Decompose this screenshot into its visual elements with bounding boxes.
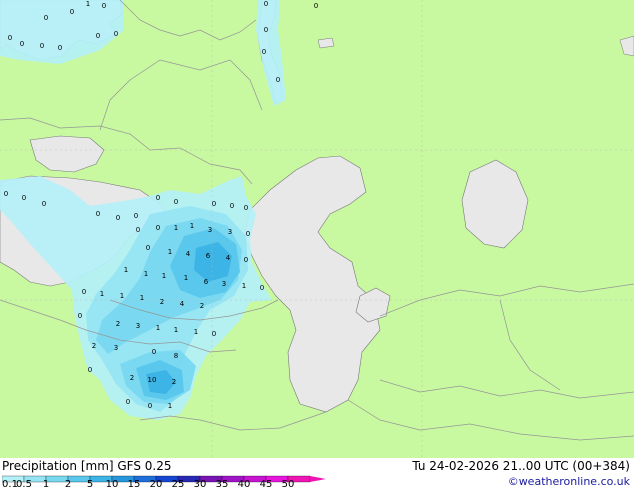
precip-value-label: 0	[44, 14, 48, 22]
credit-link[interactable]: ©weatheronline.co.uk	[508, 476, 630, 488]
scale-tick-label: 25	[171, 479, 185, 490]
precip-value-label: 2	[92, 342, 96, 350]
precip-value-label: 1	[156, 324, 160, 332]
precip-value-label: 0	[260, 284, 264, 292]
precip-value-label: 1	[120, 292, 124, 300]
precip-value-label: 2	[200, 302, 204, 310]
precip-value-label: 3	[114, 344, 118, 352]
precip-value-label: 8	[174, 352, 178, 360]
precipitation-map: 001 000 0 00 0000000 000 0 00 0 0 0 00 0 1 1 3 3 00 1 4 6 4 01…	[0, 0, 634, 458]
precip-value-label: 0	[42, 200, 46, 208]
precip-value-label: 0	[152, 348, 156, 356]
precip-value-label: 0	[114, 30, 118, 38]
scale-tick-label: 10	[105, 479, 119, 490]
scale-tick-label: 30	[193, 479, 207, 490]
precip-value-label: 1	[100, 290, 104, 298]
scale-tick-label: 2	[64, 479, 72, 490]
precip-value-label: 0	[8, 34, 12, 42]
forecast-datetime: Tu 24-02-2026 21..00 UTC (00+384)	[412, 459, 630, 473]
precip-value-label: 1	[168, 248, 172, 256]
precip-value-label: 6	[206, 252, 211, 260]
precip-value-label: 0	[212, 200, 216, 208]
precip-value-label: 10	[148, 376, 157, 384]
scale-tick-label: 1	[42, 479, 50, 490]
precip-value-label: 2	[130, 374, 134, 382]
scale-tick-label: 50	[281, 479, 295, 490]
precip-value-label: 4	[226, 254, 231, 262]
precip-value-label: 0	[78, 312, 82, 320]
precip-value-label: 0	[22, 194, 26, 202]
precip-value-label: 4	[180, 300, 185, 308]
precip-value-label: 3	[136, 322, 140, 330]
precip-value-label: 1	[194, 328, 198, 336]
precip-value-label: 0	[262, 48, 266, 56]
precip-value-label: 2	[160, 298, 164, 306]
precip-value-label: 1	[190, 222, 194, 230]
precip-value-label: 1	[184, 274, 188, 282]
precip-value-label: 1	[144, 270, 148, 278]
lake	[317, 37, 335, 49]
precip-value-label: 6	[204, 278, 209, 286]
precip-value-label: 1	[174, 224, 178, 232]
precip-value-label: 0	[276, 76, 280, 84]
scale-tick-label: 5	[86, 479, 94, 490]
precip-value-label: 1	[86, 0, 90, 8]
precip-value-label: 0	[70, 8, 74, 16]
precip-value-label: 0	[212, 330, 216, 338]
precip-value-label: 0	[314, 2, 318, 10]
precip-value-label: 0	[116, 214, 120, 222]
precip-value-label: 0	[146, 244, 150, 252]
precip-value-label: 0	[58, 44, 62, 52]
precip-value-label: 2	[116, 320, 120, 328]
scale-tick-label: 15	[127, 479, 141, 490]
precip-value-label: 0	[20, 40, 24, 48]
scale-tick-label: 20	[149, 479, 163, 490]
precip-value-label: 0	[148, 402, 152, 410]
precip-value-label: 0	[244, 204, 248, 212]
precip-value-label: 0	[96, 210, 100, 218]
precip-value-label: 0	[174, 198, 178, 206]
precip-value-label: 0	[264, 26, 268, 34]
precip-value-label: 0	[230, 202, 234, 210]
precip-value-label: 1	[174, 326, 178, 334]
precip-value-label: 0	[244, 256, 248, 264]
scale-tick-label: 0.5	[16, 479, 32, 490]
scale-arrow-icon	[310, 476, 326, 482]
map-footer: Precipitation [mm] GFS 0.25 Tu 24-02-202…	[0, 458, 634, 490]
scale-tick-label: 35	[215, 479, 229, 490]
precip-value-label: 0	[4, 190, 8, 198]
precip-value-label: 1	[168, 402, 172, 410]
precip-value-label: 0	[102, 2, 106, 10]
precip-value-label: 1	[124, 266, 128, 274]
precip-value-label: 0	[82, 288, 86, 296]
map-title: Precipitation [mm] GFS 0.25	[2, 459, 172, 473]
precip-value-label: 0	[246, 230, 250, 238]
precip-value-label: 1	[140, 294, 144, 302]
precip-value-label: 0	[156, 224, 160, 232]
precip-value-label: 0	[88, 366, 92, 374]
precip-value-label: 0	[264, 0, 268, 8]
precip-value-label: 3	[222, 280, 226, 288]
precip-value-label: 3	[228, 228, 232, 236]
precip-value-label: 0	[156, 194, 160, 202]
scale-tick-label: 45	[259, 479, 273, 490]
precip-value-label: 1	[242, 282, 246, 290]
precip-value-label: 0	[134, 212, 138, 220]
precip-value-label: 0	[40, 42, 44, 50]
precip-value-label: 2	[172, 378, 176, 386]
precip-value-label: 1	[162, 272, 166, 280]
scale-tick-label: 40	[237, 479, 251, 490]
precip-value-label: 0	[136, 226, 140, 234]
precip-value-label: 0	[96, 32, 100, 40]
precip-value-label: 4	[186, 250, 191, 258]
precip-value-label: 3	[208, 226, 212, 234]
precip-value-label: 0	[126, 398, 130, 406]
